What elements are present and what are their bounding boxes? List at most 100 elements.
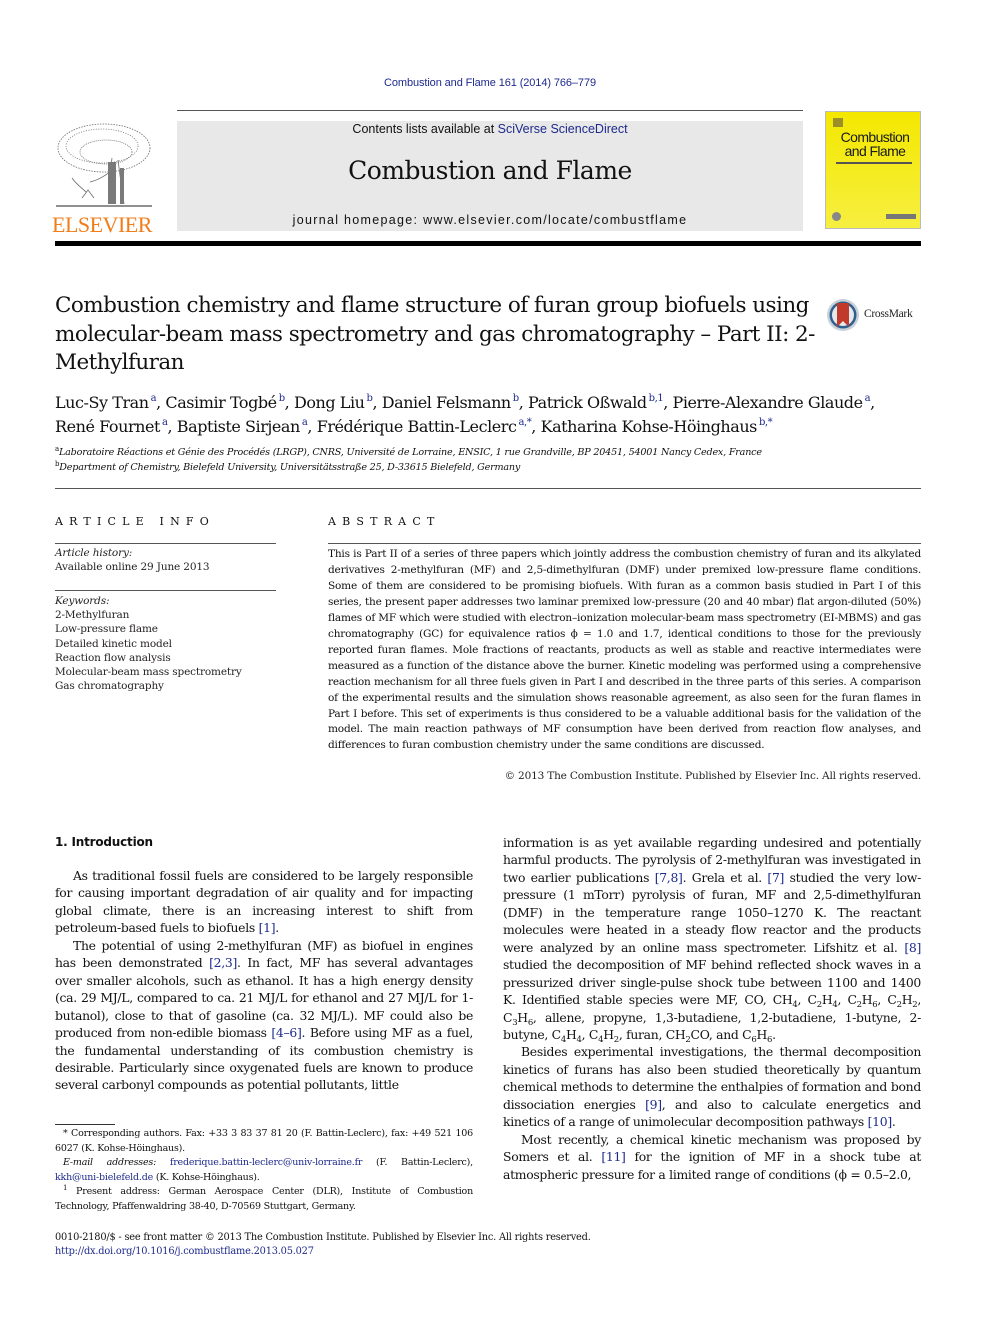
- email-owner: (K. Kohse-Höinghaus).: [153, 1171, 260, 1183]
- elsevier-logo[interactable]: ELSEVIER: [52, 118, 156, 236]
- author-name[interactable]: Luc-Sy Tran: [55, 393, 149, 412]
- issn-line: 0010-2180/$ - see front matter © 2013 Th…: [55, 1232, 591, 1243]
- crossmark-label: CrossMark: [864, 308, 913, 320]
- elsevier-tree-icon: [56, 123, 152, 207]
- header-thick-rule: [55, 241, 921, 246]
- article-info-rule: [55, 543, 276, 544]
- affiliation: aLaboratoire Réactions et Génie des Proc…: [55, 445, 762, 459]
- section-heading-introduction: 1. Introduction: [55, 835, 153, 849]
- author-name[interactable]: Casimir Togbé: [165, 393, 277, 412]
- sciencedirect-link[interactable]: SciVerse ScienceDirect: [498, 122, 628, 136]
- author-affiliation-mark[interactable]: b: [513, 393, 519, 404]
- author-name[interactable]: Frédérique Battin-Leclerc: [317, 417, 517, 436]
- journal-homepage[interactable]: journal homepage: www.elsevier.com/locat…: [177, 213, 803, 227]
- keywords-block: Keywords: 2-Methylfuran Low-pressure fla…: [55, 594, 276, 693]
- citation-ref[interactable]: [1]: [259, 920, 276, 935]
- present-address-text: Present address: German Aerospace Center…: [55, 1186, 473, 1212]
- author-name[interactable]: Daniel Felsmann: [382, 393, 512, 412]
- citation-ref[interactable]: [7,8]: [655, 870, 683, 885]
- crossmark-button[interactable]: CrossMark: [826, 297, 926, 333]
- author-affiliation-mark[interactable]: b: [279, 393, 285, 404]
- author-affiliation-mark[interactable]: b: [367, 393, 373, 404]
- email-link[interactable]: frederique.battin-leclerc@univ-lorraine.…: [170, 1157, 363, 1168]
- body-paragraph: information is as yet available regardin…: [503, 835, 921, 1045]
- author-name[interactable]: Baptiste Sirjean: [177, 417, 301, 436]
- body-paragraph: The potential of using 2-methylfuran (MF…: [55, 937, 473, 1093]
- citation-ref[interactable]: [2,3]: [209, 955, 237, 970]
- crossmark-icon: [827, 299, 859, 331]
- doi-link[interactable]: http://dx.doi.org/10.1016/j.combustflame…: [55, 1246, 314, 1257]
- author-affiliation-mark[interactable]: a,*: [518, 417, 531, 428]
- citation-ref[interactable]: [9]: [645, 1097, 662, 1112]
- author-name[interactable]: Dong Liu: [294, 393, 365, 412]
- subscript: 4: [792, 1000, 798, 1011]
- contents-availability: Contents lists available at SciVerse Sci…: [177, 121, 803, 136]
- history-label: Article history:: [55, 547, 133, 559]
- body-paragraph: Besides experimental investigations, the…: [503, 1044, 921, 1130]
- issn-block: 0010-2180/$ - see front matter © 2013 Th…: [55, 1231, 591, 1259]
- affiliation-mark: a: [55, 445, 59, 453]
- article-title: Combustion chemistry and flame structure…: [55, 293, 815, 375]
- author-affiliation-mark[interactable]: a: [865, 393, 871, 404]
- article-history: Article history: Available online 29 Jun…: [55, 546, 276, 574]
- author-name[interactable]: Patrick Oßwald: [528, 393, 647, 412]
- keyword: Detailed kinetic model: [55, 637, 172, 650]
- email-label: E-mail addresses:: [63, 1157, 157, 1168]
- author-name[interactable]: Katharina Kohse-Höinghaus: [541, 417, 758, 436]
- author-affiliation-mark[interactable]: a: [151, 393, 157, 404]
- footnote-present-address: 1 Present address: German Aerospace Cent…: [55, 1185, 473, 1214]
- footnote-rule: [55, 1124, 115, 1125]
- subscript: 2: [912, 1000, 918, 1011]
- keywords-label: Keywords:: [55, 595, 110, 607]
- keyword: Molecular-beam mass spectrometry: [55, 666, 242, 679]
- body-column-left: As traditional fossil fuels are consider…: [55, 867, 473, 1094]
- abstract-rule: [328, 543, 921, 544]
- abstract-heading: ABSTRACT: [328, 515, 441, 528]
- subscript: 2: [856, 1000, 862, 1011]
- history-value: Available online 29 June 2013: [55, 561, 210, 574]
- keyword: Low-pressure flame: [55, 623, 158, 636]
- cover-fineprint: [886, 214, 916, 219]
- author-affiliation-mark[interactable]: b,1: [649, 393, 664, 404]
- citation-ref[interactable]: [4–6]: [271, 1025, 301, 1040]
- citation-ref[interactable]: [8]: [904, 940, 921, 955]
- author-affiliation-mark[interactable]: a: [302, 417, 308, 428]
- cover-title: Combustion and Flame: [840, 129, 910, 159]
- abstract-copyright: © 2013 The Combustion Institute. Publish…: [504, 770, 922, 782]
- cover-seal-icon: [832, 212, 841, 221]
- journal-name: Combustion and Flame: [348, 156, 632, 185]
- keyword: 2-Methylfuran: [55, 609, 130, 622]
- subscript: 3: [512, 1017, 518, 1028]
- affiliation: bDepartment of Chemistry, Bielefeld Univ…: [55, 459, 521, 473]
- citation-ref[interactable]: [7]: [767, 870, 784, 885]
- keyword: Gas chromatography: [55, 680, 164, 693]
- affiliations: aLaboratoire Réactions et Génie des Proc…: [55, 446, 935, 475]
- author-list: Luc-Sy Tran a, Casimir Togbé b, Dong Liu b,…: [55, 393, 875, 436]
- author-affiliation-mark[interactable]: a: [162, 417, 168, 428]
- subscript: 2: [816, 1000, 822, 1011]
- author-affiliation-mark[interactable]: b,*: [759, 417, 773, 428]
- email-owner: (F. Battin-Leclerc),: [362, 1157, 473, 1168]
- journal-banner: Contents lists available at SciVerse Sci…: [177, 121, 803, 231]
- section-rule: [55, 488, 921, 489]
- journal-cover[interactable]: Combustion and Flame: [825, 111, 921, 229]
- email-link[interactable]: kkh@uni-bielefeld.de: [55, 1172, 153, 1183]
- citation-ref[interactable]: [11]: [601, 1149, 626, 1164]
- contents-prefix: Contents lists available at: [352, 122, 498, 136]
- abstract-text: This is Part II of a series of three pap…: [328, 548, 921, 752]
- author-name[interactable]: Pierre-Alexandre Glaude: [673, 393, 864, 412]
- cover-subtitle-line: [836, 162, 912, 164]
- subscript: 2: [896, 1000, 902, 1011]
- body-paragraph: Most recently, a chemical kinetic mechan…: [503, 1131, 921, 1182]
- footnotes: * Corresponding authors. Fax: +33 3 83 3…: [55, 1127, 473, 1214]
- subscript: 6: [527, 1017, 533, 1028]
- elsevier-wordmark: ELSEVIER: [52, 212, 152, 237]
- body-column-right: information is as yet available regardin…: [503, 834, 921, 1183]
- cover-elsevier-icon: [833, 118, 843, 127]
- citation-ref[interactable]: [10]: [868, 1114, 893, 1129]
- affiliation-mark: b: [55, 459, 60, 468]
- header-rule: [177, 110, 803, 111]
- journal-citation[interactable]: Combustion and Flame 161 (2014) 766–779: [0, 77, 980, 89]
- author-name[interactable]: René Fournet: [55, 417, 160, 436]
- keywords-rule: [55, 590, 276, 591]
